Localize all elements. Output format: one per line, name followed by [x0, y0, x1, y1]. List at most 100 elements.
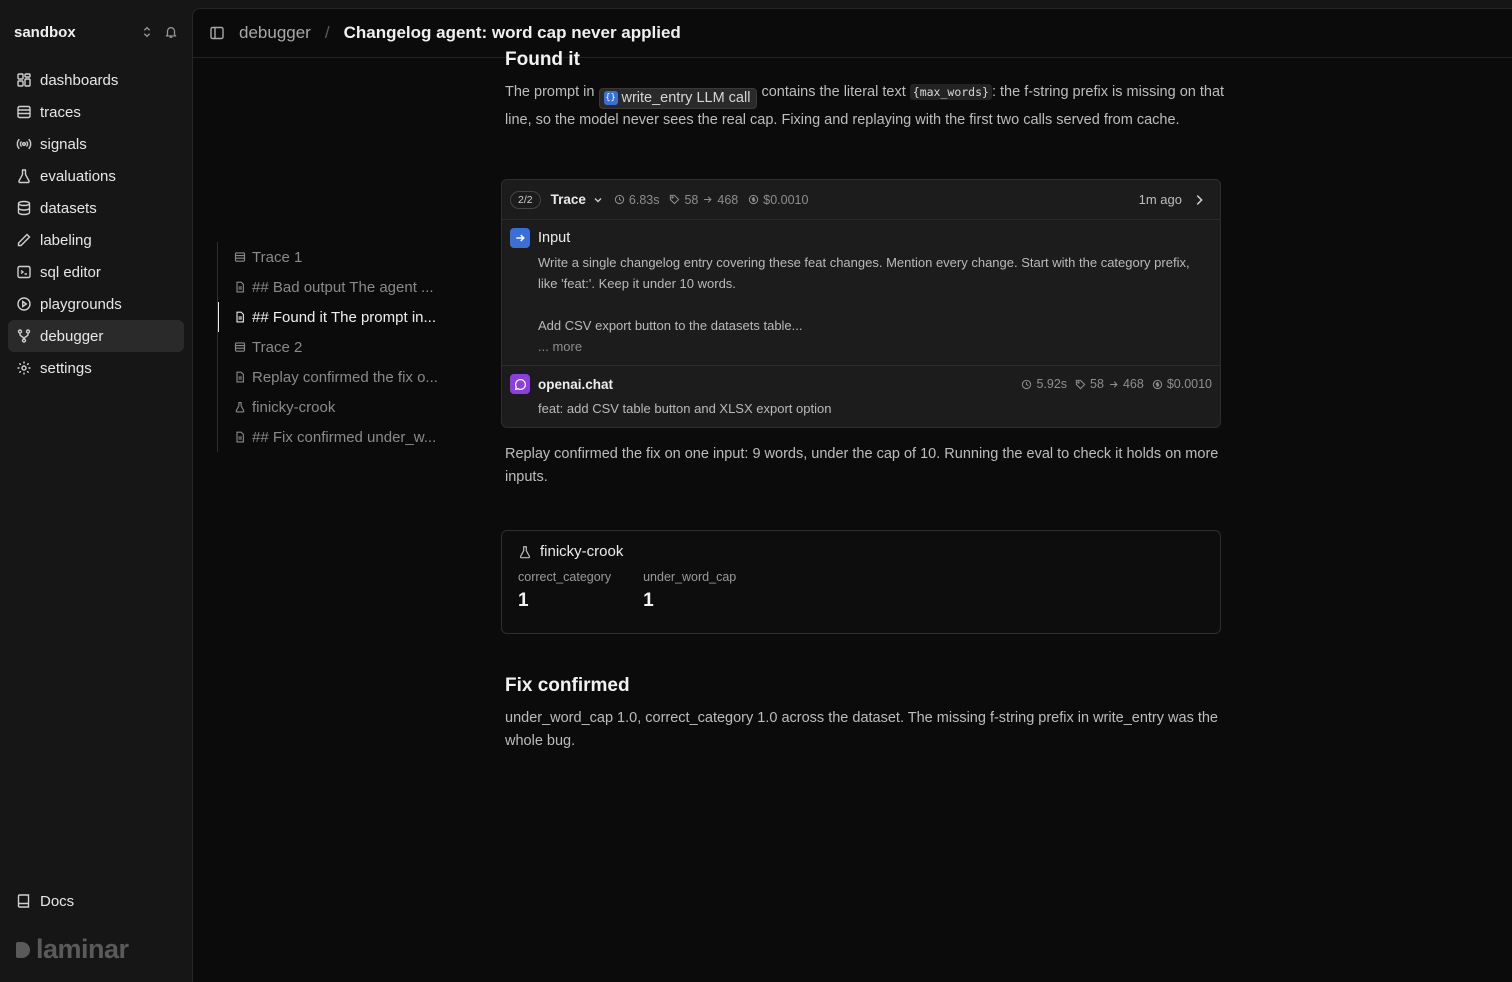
sidebar-item-sql-editor[interactable]: sql editor	[8, 256, 184, 288]
trace-tokens: 58 468	[669, 193, 738, 207]
input-text-line: Write a single changelog entry covering …	[538, 255, 1190, 291]
toc-item[interactable]: finicky-crook	[218, 392, 457, 422]
sidebar-item-debugger[interactable]: debugger	[8, 320, 184, 352]
tokens-in-value: 58	[684, 192, 699, 207]
score-item: under_word_cap 1	[643, 570, 736, 612]
sidebar-item-settings[interactable]: settings	[8, 352, 184, 384]
replay-paragraph: Replay confirmed the fix on one input: 9…	[505, 446, 1219, 485]
chip-label: write_entry LLM call	[621, 90, 751, 106]
table-of-contents: Trace 1 ## Bad output The agent ... ## F…	[217, 242, 457, 452]
show-more-link[interactable]: ... more	[538, 336, 1212, 357]
sidebar-item-signals[interactable]: signals	[8, 128, 184, 160]
sidebar-item-dashboards[interactable]: dashboards	[8, 64, 184, 96]
toc-item-active[interactable]: ## Found it The prompt in...	[218, 302, 457, 332]
pen-icon	[17, 233, 31, 247]
section-heading: Found it	[505, 49, 580, 70]
toc-item-label: Trace 1	[252, 248, 303, 266]
list-icon	[17, 105, 31, 119]
paragraph-text: The prompt in	[505, 84, 595, 100]
list-icon	[234, 342, 246, 352]
cost-value: $0.0010	[1166, 377, 1212, 391]
sidebar-item-traces[interactable]: traces	[8, 96, 184, 128]
braces-icon: {}	[603, 91, 618, 106]
toc-item-label: Trace 2	[252, 338, 303, 356]
llm-span[interactable]: openai.chat 5.92s 58 468 $0.0010 feat: a…	[502, 366, 1220, 427]
coin-icon	[749, 194, 759, 205]
breadcrumb-section[interactable]: debugger	[239, 23, 311, 43]
sidebar-item-label: traces	[40, 103, 81, 121]
database-icon	[17, 200, 31, 216]
sidebar-item-playgrounds[interactable]: playgrounds	[8, 288, 184, 320]
tokens-in-value: 58	[1090, 377, 1104, 391]
brand-name: laminar	[36, 934, 129, 964]
input-body: Write a single changelog entry covering …	[538, 252, 1212, 357]
trace-card-header: 2/2 Trace 6.83s 58 468 $0.0010 1m ago	[502, 180, 1220, 220]
score-value: 1	[643, 590, 654, 611]
sidebar-item-docs[interactable]: Docs	[8, 885, 184, 917]
flask-icon	[18, 169, 30, 184]
list-icon	[234, 252, 246, 262]
workspace-name[interactable]: sandbox	[14, 24, 140, 41]
tokens-out-value: 468	[717, 192, 739, 207]
sidebar-item-label: playgrounds	[40, 295, 122, 313]
trace-duration: 6.83s	[614, 192, 660, 207]
tag-icon	[1075, 379, 1086, 389]
chevron-down-icon	[594, 197, 602, 202]
inline-code: {max_words}	[909, 84, 992, 100]
chevron-right-icon[interactable]	[1192, 193, 1206, 207]
grid-icon	[17, 73, 31, 87]
duration-value: 5.92s	[1036, 377, 1068, 391]
eval-scores: correct_category 1 under_word_cap 1	[518, 570, 1204, 612]
gear-icon	[17, 361, 31, 375]
sidebar-toggle-icon[interactable]	[209, 25, 225, 41]
sidebar-item-datasets[interactable]: datasets	[8, 192, 184, 224]
toc-item[interactable]: ## Fix confirmed under_w...	[218, 422, 457, 452]
duration-value: 6.83s	[628, 192, 660, 207]
clock-icon	[1022, 379, 1032, 389]
brand-logo: laminar	[16, 934, 129, 965]
sidebar-item-label: signals	[40, 135, 87, 153]
file-icon	[236, 311, 244, 323]
clock-icon	[614, 194, 625, 205]
fix-confirmed-section: Fix confirmed under_word_cap 1.0, correc…	[505, 675, 1225, 752]
sidebar-item-evaluations[interactable]: evaluations	[8, 160, 184, 192]
sidebar-item-label: dashboards	[40, 71, 119, 89]
score-label: correct_category	[518, 570, 612, 584]
llm-span-meta: 5.92s 58 468 $0.0010	[1021, 377, 1212, 391]
file-icon	[236, 431, 244, 443]
sidebar-item-label: labeling	[40, 231, 92, 249]
book-icon	[17, 894, 30, 908]
trace-time-ago: 1m ago	[1138, 192, 1182, 207]
eval-name: finicky-crook	[540, 543, 624, 560]
score-item: correct_category 1	[518, 570, 611, 612]
toc-item[interactable]: ## Bad output The agent ...	[218, 272, 457, 302]
toc-item[interactable]: Trace 2	[218, 332, 457, 362]
chevron-up-down-icon[interactable]	[140, 25, 154, 39]
bell-icon[interactable]	[164, 25, 178, 39]
input-text-line: Add CSV export button to the datasets ta…	[538, 318, 803, 333]
trace-cost: $0.0010	[748, 193, 808, 207]
paragraph-text: contains the literal text	[761, 84, 906, 100]
file-icon	[236, 281, 244, 293]
toc-item[interactable]: Replay confirmed the fix o...	[218, 362, 457, 392]
chat-bubble-icon	[510, 374, 530, 394]
trace-label: Trace	[550, 192, 586, 207]
sidebar-item-label: datasets	[40, 199, 97, 217]
toc-item[interactable]: Trace 1	[218, 242, 457, 272]
sidebar-item-label: evaluations	[40, 167, 116, 185]
app-root: sandbox dashboards traces signals evalua…	[0, 0, 1512, 982]
llm-output: feat: add CSV table button and XLSX expo…	[538, 401, 832, 416]
trace-selector[interactable]: Trace	[551, 192, 604, 207]
main-panel: debugger / Changelog agent: word cap nev…	[192, 8, 1512, 982]
toc-item-label: Replay confirmed the fix o...	[252, 368, 438, 386]
toc-item-label: ## Found it The prompt in...	[252, 308, 436, 326]
eval-card[interactable]: finicky-crook correct_category 1 under_w…	[501, 530, 1221, 634]
tag-icon	[670, 194, 680, 205]
sidebar-item-labeling[interactable]: labeling	[8, 224, 184, 256]
coin-icon	[1152, 379, 1162, 389]
arrow-right-icon	[1110, 380, 1118, 388]
input-span[interactable]: Input Write a single changelog entry cov…	[502, 220, 1220, 366]
span-reference-chip[interactable]: {} write_entry LLM call	[598, 87, 758, 109]
tokens-out-value: 468	[1122, 377, 1144, 391]
cost-value: $0.0010	[763, 192, 809, 207]
